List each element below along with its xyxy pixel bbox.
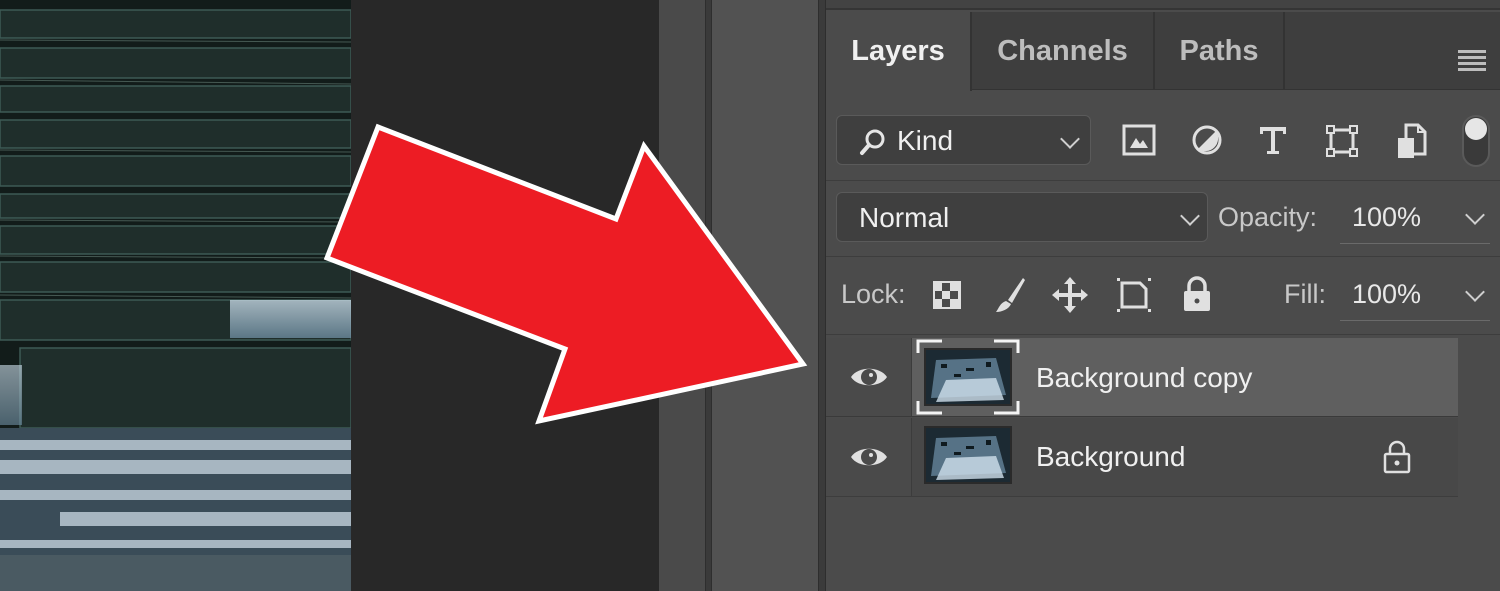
layers-panel: Layers Channels Paths Kind Normal Opacit… xyxy=(826,0,1500,591)
smart-object-filter-icon[interactable] xyxy=(1396,122,1428,160)
opacity-value-input[interactable]: 100% xyxy=(1352,202,1421,233)
adjustment-filter-icon[interactable] xyxy=(1191,124,1223,156)
lock-label: Lock: xyxy=(841,279,906,309)
tab-layers[interactable]: Layers xyxy=(826,12,972,91)
panel-top-edge xyxy=(826,0,1500,10)
panel-divider[interactable] xyxy=(705,0,712,591)
type-filter-icon[interactable] xyxy=(1258,124,1288,156)
lock-position-icon[interactable] xyxy=(1052,277,1088,313)
search-icon xyxy=(860,129,885,155)
blend-mode-select[interactable]: Normal xyxy=(836,192,1208,242)
tab-label: Paths xyxy=(1179,34,1259,67)
visibility-toggle[interactable] xyxy=(826,338,912,416)
canvas-pasteboard xyxy=(351,0,659,591)
chevron-down-icon xyxy=(1060,129,1080,149)
row-divider xyxy=(826,180,1500,181)
row-divider xyxy=(826,416,1458,417)
lock-artboard-icon[interactable] xyxy=(1116,277,1152,313)
filter-toggle-switch[interactable] xyxy=(1462,115,1490,167)
fill-label: Fill: xyxy=(1284,279,1326,309)
row-divider xyxy=(826,334,1500,335)
eye-icon xyxy=(851,448,887,466)
tab-paths[interactable]: Paths xyxy=(1155,12,1285,90)
image-filter-icon[interactable] xyxy=(1122,124,1156,156)
fill-dropdown-chevron-icon[interactable] xyxy=(1465,282,1485,302)
eye-icon xyxy=(851,368,887,386)
toggle-knob xyxy=(1465,118,1487,140)
layer-name[interactable]: Background xyxy=(1036,441,1185,473)
fill-underline xyxy=(1340,320,1490,321)
panel-divider[interactable] xyxy=(818,0,826,591)
chevron-down-icon xyxy=(1180,206,1200,226)
waterfall-image xyxy=(0,0,351,591)
visibility-toggle[interactable] xyxy=(826,418,912,496)
lock-transparent-pixels-icon[interactable] xyxy=(932,280,962,310)
blend-mode-value: Normal xyxy=(859,202,950,233)
layer-row-background-copy[interactable]: Background copy xyxy=(826,338,1458,416)
layer-locked-icon[interactable] xyxy=(1382,440,1412,474)
opacity-dropdown-chevron-icon[interactable] xyxy=(1465,205,1485,225)
hamburger-menu-icon[interactable] xyxy=(1458,50,1486,72)
layer-name[interactable]: Background copy xyxy=(1036,362,1252,394)
fill-value-input[interactable]: 100% xyxy=(1352,279,1421,310)
row-divider xyxy=(826,256,1500,257)
row-divider xyxy=(826,496,1458,497)
selection-brackets xyxy=(916,339,1020,415)
waterfall-thumbnail-image xyxy=(926,428,1010,482)
tab-label: Layers xyxy=(851,35,945,67)
lock-all-icon[interactable] xyxy=(1182,276,1212,312)
canvas-photo xyxy=(0,0,351,591)
opacity-label: Opacity: xyxy=(1218,202,1318,232)
shape-filter-icon[interactable] xyxy=(1325,124,1359,158)
lock-image-pixels-icon[interactable] xyxy=(994,276,1026,314)
filter-kind-label: Kind xyxy=(897,125,954,156)
tab-label: Channels xyxy=(997,34,1128,67)
opacity-underline xyxy=(1340,243,1490,244)
panel-dock-column xyxy=(712,0,818,591)
layer-thumbnail xyxy=(924,426,1012,484)
panel-dock-column xyxy=(659,0,705,591)
layer-row-background[interactable]: Background xyxy=(826,418,1458,496)
tab-channels[interactable]: Channels xyxy=(972,12,1155,90)
filter-kind-select[interactable]: Kind xyxy=(836,115,1091,165)
panel-tab-bar: Layers Channels Paths xyxy=(826,12,1500,91)
